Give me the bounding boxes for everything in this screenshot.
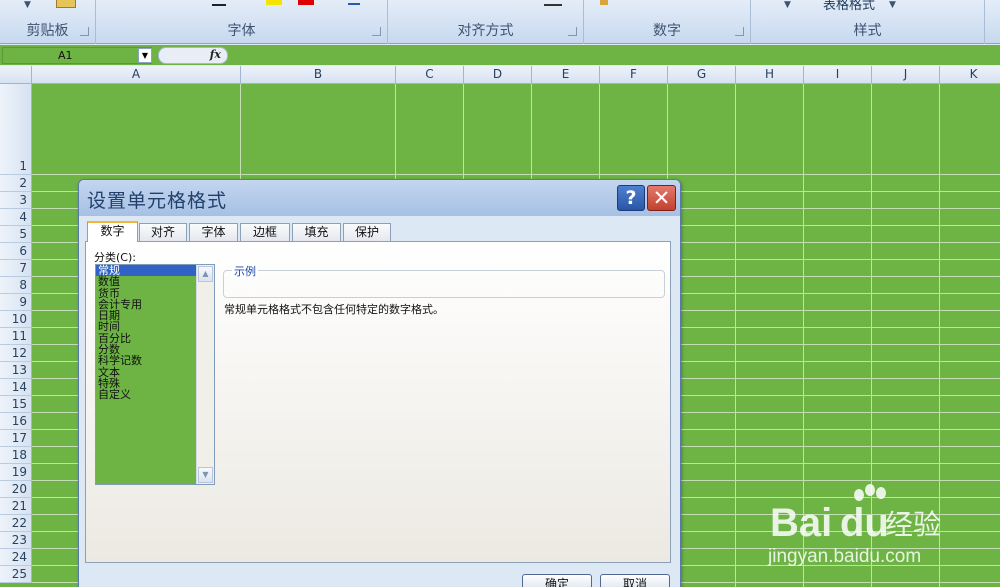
row-header[interactable]: 1 bbox=[0, 84, 32, 175]
currency-icon[interactable] bbox=[600, 0, 608, 5]
sample-preview bbox=[223, 270, 665, 298]
row-header[interactable]: 13 bbox=[0, 362, 32, 379]
row-header[interactable]: 6 bbox=[0, 243, 32, 260]
row-header[interactable]: 18 bbox=[0, 447, 32, 464]
row-header[interactable]: 9 bbox=[0, 294, 32, 311]
watermark-url: jingyan.baidu.com bbox=[767, 546, 921, 567]
font-group-label: 字体 bbox=[227, 23, 256, 39]
column-header[interactable]: B bbox=[241, 66, 396, 84]
alignment-group-label: 对齐方式 bbox=[457, 23, 514, 39]
name-box-dropdown-icon[interactable]: ▼ bbox=[138, 48, 152, 63]
format-as-table-button[interactable]: 表格格式 bbox=[823, 0, 875, 13]
tab-protection[interactable]: 保护 bbox=[343, 223, 391, 241]
row-header[interactable]: 2 bbox=[0, 175, 32, 192]
tab-border[interactable]: 边框 bbox=[240, 223, 290, 241]
tab-fill[interactable]: 填充 bbox=[292, 223, 341, 241]
column-header[interactable]: K bbox=[940, 66, 1000, 84]
clipboard-launcher-icon[interactable] bbox=[80, 27, 89, 36]
format-as-table-dropdown-icon[interactable]: ▼ bbox=[889, 0, 896, 10]
column-header[interactable]: D bbox=[464, 66, 532, 84]
border-icon[interactable] bbox=[212, 0, 226, 6]
scroll-down-icon[interactable]: ▼ bbox=[198, 467, 213, 483]
row-header[interactable]: 5 bbox=[0, 226, 32, 243]
tab-alignment[interactable]: 对齐 bbox=[139, 223, 187, 241]
name-box[interactable]: A1 bbox=[2, 47, 152, 64]
column-header[interactable]: G bbox=[668, 66, 736, 84]
formula-bar: A1 ▼ fx bbox=[0, 45, 1000, 65]
ribbon: ▼ 剪贴板 字体 对齐方式 数字 ▼ 表格格式 ▼ 样式 bbox=[0, 0, 1000, 44]
tab-number[interactable]: 数字 bbox=[87, 221, 138, 242]
ok-button[interactable]: 确定 bbox=[522, 574, 592, 587]
font-launcher-icon[interactable] bbox=[372, 27, 381, 36]
column-header[interactable]: I bbox=[804, 66, 872, 84]
row-header[interactable]: 14 bbox=[0, 379, 32, 396]
row-header[interactable]: 7 bbox=[0, 260, 32, 277]
watermark-brand-cn: 经验 bbox=[885, 508, 941, 541]
category-list[interactable]: 常规 数值 货币 会计专用 日期 时间 百分比 分数 科学记数 文本 特殊 自定义 ▲ ▼ bbox=[95, 264, 215, 485]
scroll-up-icon[interactable]: ▲ bbox=[198, 266, 213, 282]
baidu-jingyan-watermark: Bai du 经验 jingyan.baidu.com bbox=[767, 484, 941, 567]
font-group: 字体 bbox=[96, 0, 388, 44]
column-gridline bbox=[735, 84, 736, 587]
format-cells-dialog: 设置单元格格式 ? ✕ 数字 对齐 字体 边框 填充 保护 分类(C): 常规数… bbox=[78, 179, 681, 587]
row-header[interactable]: 3 bbox=[0, 192, 32, 209]
column-header[interactable]: H bbox=[736, 66, 804, 84]
row-header[interactable]: 19 bbox=[0, 464, 32, 481]
watermark-brand-prefix: Bai bbox=[770, 501, 832, 545]
help-button[interactable]: ? bbox=[617, 185, 645, 211]
fill-color-icon[interactable] bbox=[266, 0, 282, 5]
row-header[interactable]: 8 bbox=[0, 277, 32, 294]
row-header[interactable]: 12 bbox=[0, 345, 32, 362]
phonetic-icon[interactable] bbox=[348, 0, 360, 5]
row-header[interactable]: 25 bbox=[0, 566, 32, 583]
close-button[interactable]: ✕ bbox=[647, 185, 676, 211]
row-gridline bbox=[32, 174, 1000, 175]
row-header[interactable]: 16 bbox=[0, 413, 32, 430]
row-header[interactable]: 11 bbox=[0, 328, 32, 345]
column-header[interactable]: E bbox=[532, 66, 600, 84]
styles-group: ▼ 表格格式 ▼ 样式 bbox=[751, 0, 985, 44]
watermark-brand-suffix: du bbox=[840, 501, 889, 545]
insert-function-control[interactable]: fx bbox=[158, 47, 228, 64]
column-header[interactable]: C bbox=[396, 66, 464, 84]
row-header[interactable]: 17 bbox=[0, 430, 32, 447]
number-group: 数字 bbox=[584, 0, 751, 44]
paw-logo-icon bbox=[854, 484, 886, 501]
column-header[interactable]: J bbox=[872, 66, 940, 84]
row-header[interactable]: 21 bbox=[0, 498, 32, 515]
format-painter-icon[interactable] bbox=[56, 0, 76, 8]
row-header[interactable]: 10 bbox=[0, 311, 32, 328]
row-header[interactable]: 23 bbox=[0, 532, 32, 549]
row-header[interactable]: 4 bbox=[0, 209, 32, 226]
paste-dropdown-icon[interactable]: ▼ bbox=[24, 0, 31, 10]
alignment-group: 对齐方式 bbox=[388, 0, 584, 44]
row-header[interactable]: 22 bbox=[0, 515, 32, 532]
sample-label: 示例 bbox=[232, 263, 258, 279]
conditional-format-dropdown-icon[interactable]: ▼ bbox=[784, 0, 791, 10]
number-group-label: 数字 bbox=[653, 23, 681, 39]
formula-input[interactable] bbox=[230, 47, 1000, 64]
cancel-button[interactable]: 取消 bbox=[600, 574, 670, 587]
column-header[interactable]: A bbox=[32, 66, 241, 84]
font-color-icon[interactable] bbox=[298, 0, 314, 5]
column-header[interactable]: F bbox=[600, 66, 668, 84]
format-description: 常规单元格格式不包含任何特定的数字格式。 bbox=[224, 303, 444, 316]
number-tab-panel: 分类(C): 常规 数值 货币 会计专用 日期 时间 百分比 分数 科学记数 文本 特殊 自定义 ▲ … bbox=[85, 241, 671, 563]
fx-icon[interactable]: fx bbox=[210, 48, 221, 61]
row-header[interactable]: 20 bbox=[0, 481, 32, 498]
row-header[interactable]: 15 bbox=[0, 396, 32, 413]
select-all-corner[interactable] bbox=[0, 66, 32, 84]
dialog-titlebar[interactable]: 设置单元格格式 ? ✕ bbox=[79, 180, 680, 216]
merge-center-icon[interactable] bbox=[544, 0, 562, 6]
category-label: 分类(C): bbox=[94, 251, 136, 264]
styles-group-label: 样式 bbox=[853, 23, 882, 39]
dialog-title: 设置单元格格式 bbox=[87, 190, 228, 212]
category-scrollbar[interactable]: ▲ ▼ bbox=[196, 265, 214, 484]
row-header[interactable]: 24 bbox=[0, 549, 32, 566]
number-launcher-icon[interactable] bbox=[735, 27, 744, 36]
tab-font[interactable]: 字体 bbox=[189, 223, 238, 241]
clipboard-group: ▼ 剪贴板 bbox=[0, 0, 96, 44]
alignment-launcher-icon[interactable] bbox=[568, 27, 577, 36]
